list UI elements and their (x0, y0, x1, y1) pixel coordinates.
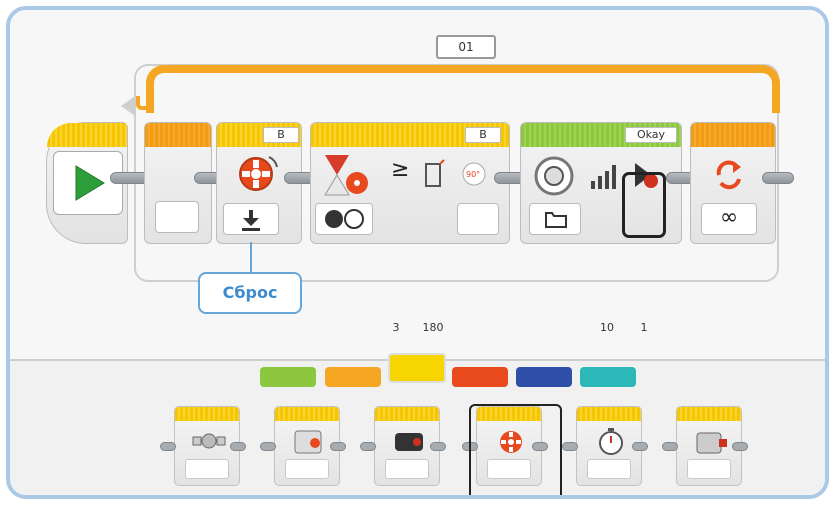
palette-strip (577, 407, 641, 421)
start-block-strip (47, 123, 127, 147)
speaker-icon (534, 156, 574, 196)
palette-wire (160, 442, 176, 451)
callout-pointer (250, 242, 252, 272)
wait-compare-block[interactable]: B ≥ 90° 3 180 (310, 122, 510, 334)
sequence-wire-out[interactable] (762, 172, 794, 184)
palette-strip (275, 407, 339, 421)
play-type-highlight (622, 172, 666, 238)
palette-wire (260, 442, 276, 451)
threshold-value[interactable]: 180 (415, 309, 451, 355)
degrees-icon: 90° (462, 162, 486, 186)
palette-mode-slot (185, 459, 229, 479)
wait-output-plug[interactable] (457, 203, 499, 235)
folder-icon (545, 212, 567, 228)
palette-strip (375, 407, 439, 421)
loop-arrow-icon (121, 96, 135, 116)
ir-sensor-icon (395, 433, 423, 451)
program-canvas[interactable]: 01 B B ≥ 90° 3 180 Okay 10 1 ∞ Сброс (10, 10, 825, 350)
palette-mode-slot (687, 459, 731, 479)
tab-action[interactable] (260, 367, 316, 387)
reset-icon (242, 210, 260, 231)
loop-block-bar[interactable] (146, 65, 780, 113)
loop-return-icon (716, 160, 741, 190)
palette-wire (360, 442, 376, 451)
sound-folder-button[interactable] (529, 203, 581, 235)
compare-symbol[interactable]: ≥ (391, 157, 409, 182)
palette-mode-slot (285, 459, 329, 479)
palette-wire (430, 442, 446, 451)
program-frame: 01 B B ≥ 90° 3 180 Okay 10 1 ∞ Сброс (6, 6, 829, 499)
tab-sensor[interactable] (388, 353, 446, 383)
wait-port-selector[interactable]: B (465, 127, 501, 143)
palette-wire (732, 442, 748, 451)
palette-wire (330, 442, 346, 451)
threshold-box-icon (425, 159, 445, 187)
reset-callout: Сброс (198, 272, 302, 314)
loop-mode-button[interactable]: ∞ (701, 203, 757, 235)
wait-block-strip (145, 123, 211, 147)
sound-file-selector[interactable]: Okay (625, 127, 677, 143)
motor-rotation-icon (239, 156, 278, 191)
hourglass-icon (324, 155, 368, 196)
palette-wire (230, 442, 246, 451)
tab-data[interactable] (452, 367, 508, 387)
svg-text:90°: 90° (466, 170, 480, 179)
palette-strip (175, 407, 239, 421)
loop-name-field[interactable]: 01 (436, 35, 496, 59)
palette-wire (662, 442, 678, 451)
sound-play-type-value[interactable]: 1 (627, 309, 661, 355)
brick-buttons-icon (192, 433, 226, 449)
timer-icon (599, 428, 623, 455)
sound-volume-value[interactable]: 10 (589, 309, 625, 355)
touch-sensor-icon (696, 432, 727, 454)
palette-wire (632, 442, 648, 451)
tab-myblocks[interactable] (580, 367, 636, 387)
palette-selection-highlight (469, 404, 562, 495)
motor-degrees-mode-icon (325, 209, 364, 229)
wait-mode-selector[interactable] (155, 201, 199, 233)
compare-mode-button[interactable] (315, 203, 373, 235)
loop-end-block[interactable]: ∞ (690, 122, 776, 244)
palette-strip (677, 407, 741, 421)
reset-mode-button[interactable] (223, 203, 279, 235)
tab-flow[interactable] (325, 367, 381, 387)
tab-advanced[interactable] (516, 367, 572, 387)
motor-port-selector[interactable]: B (263, 127, 299, 143)
palette-mode-slot (385, 459, 429, 479)
compare-type-value[interactable]: 3 (381, 309, 411, 355)
palette-wire (562, 442, 578, 451)
palette-mode-slot (587, 459, 631, 479)
volume-icon (591, 165, 616, 189)
loop-end-strip (691, 123, 775, 147)
color-sensor-icon (294, 430, 322, 454)
loop-return-hook (136, 96, 154, 110)
